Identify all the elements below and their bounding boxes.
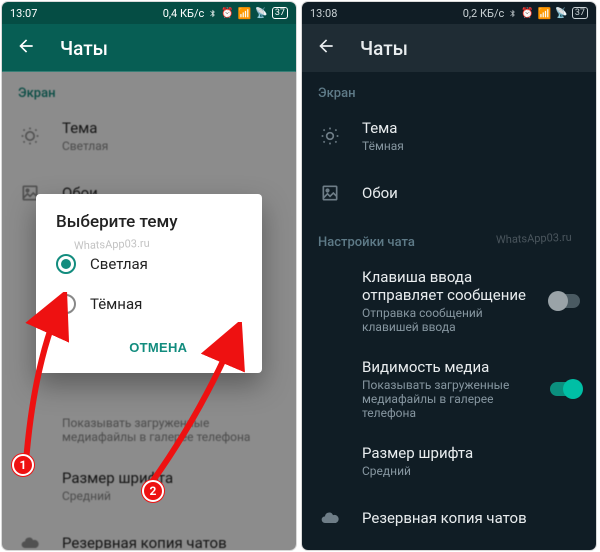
theme-sub: Тёмная: [362, 139, 580, 153]
phone-light: 13:07 0,4 КБ/с ⏰ 📶 📡 37 Чаты Экран: [2, 2, 296, 550]
alarm-icon: ⏰: [221, 8, 233, 19]
status-bar: 13:07 0,4 КБ/с ⏰ 📶 📡 37: [2, 2, 296, 24]
settings-list: Экран Тема Тёмная Обои Настройки чата: [302, 72, 596, 550]
bluetooth-icon: [508, 8, 517, 19]
history-row[interactable]: История чатов: [302, 546, 596, 550]
net-speed: 0,2 КБ/с: [463, 7, 505, 20]
wifi-icon: 📡: [255, 8, 267, 19]
enter-send-sub: Отправка сообщений клавишей ввода: [362, 306, 530, 334]
backup-title: Резервная копия чатов: [362, 509, 580, 527]
back-icon[interactable]: [316, 36, 336, 60]
clock: 13:08: [310, 7, 337, 20]
section-chat: Настройки чата: [302, 221, 596, 256]
phone-dark: 13:08 0,2 КБ/с ⏰ 📶 📡 37 Чаты Экран: [302, 2, 596, 550]
theme-dialog: Выберите тему Светлая Тёмная ОТМЕНА ОК: [36, 194, 262, 373]
radio-icon: [56, 294, 76, 314]
section-screen: Экран: [302, 72, 596, 107]
app-bar: Чаты: [302, 24, 596, 72]
wallpaper-row[interactable]: Обои: [302, 165, 596, 221]
media-title: Видимость медиа: [362, 358, 530, 376]
option-light-label: Светлая: [90, 255, 148, 273]
font-sub: Средний: [362, 464, 580, 478]
media-sub: Показывать загруженные медиафайлы в гале…: [362, 378, 530, 420]
app-bar: Чаты: [2, 24, 296, 72]
cloud-icon: [318, 508, 342, 528]
dialog-title: Выберите тему: [56, 212, 242, 232]
enter-send-title: Клавиша ввода отправляет сообщение: [362, 268, 530, 304]
signal-icon: 📶: [238, 7, 252, 20]
option-dark-label: Тёмная: [90, 295, 142, 313]
media-toggle[interactable]: [550, 382, 580, 396]
back-icon[interactable]: [16, 36, 36, 60]
option-light[interactable]: Светлая: [56, 244, 242, 284]
signal-icon: 📶: [538, 7, 552, 20]
wallpaper-title: Обои: [362, 184, 580, 202]
annotation-badge-2: 2: [142, 480, 164, 502]
annotation-badge-1: 1: [12, 454, 34, 476]
page-title: Чаты: [60, 37, 108, 60]
enter-send-toggle[interactable]: [550, 294, 580, 308]
font-title: Размер шрифта: [362, 444, 580, 462]
media-row[interactable]: Видимость медиа Показывать загруженные м…: [302, 346, 596, 432]
clock: 13:07: [10, 7, 37, 20]
theme-icon: [318, 126, 342, 146]
battery-icon: 37: [572, 7, 588, 19]
battery-icon: 37: [272, 7, 288, 19]
radio-icon: [56, 254, 76, 274]
page-title: Чаты: [360, 37, 408, 60]
ok-button[interactable]: ОК: [215, 332, 242, 363]
wallpaper-icon: [318, 183, 342, 203]
wifi-icon: 📡: [555, 8, 567, 19]
font-row[interactable]: Размер шрифта Средний: [302, 432, 596, 490]
backup-row[interactable]: Резервная копия чатов: [302, 490, 596, 546]
enter-send-row[interactable]: Клавиша ввода отправляет сообщение Отпра…: [302, 256, 596, 346]
bluetooth-icon: [208, 8, 217, 19]
option-dark[interactable]: Тёмная: [56, 284, 242, 324]
theme-row[interactable]: Тема Тёмная: [302, 107, 596, 165]
status-bar: 13:08 0,2 КБ/с ⏰ 📶 📡 37: [302, 2, 596, 24]
cancel-button[interactable]: ОТМЕНА: [125, 332, 191, 363]
alarm-icon: ⏰: [521, 8, 533, 19]
net-speed: 0,4 КБ/с: [163, 7, 205, 20]
theme-title: Тема: [362, 119, 580, 137]
